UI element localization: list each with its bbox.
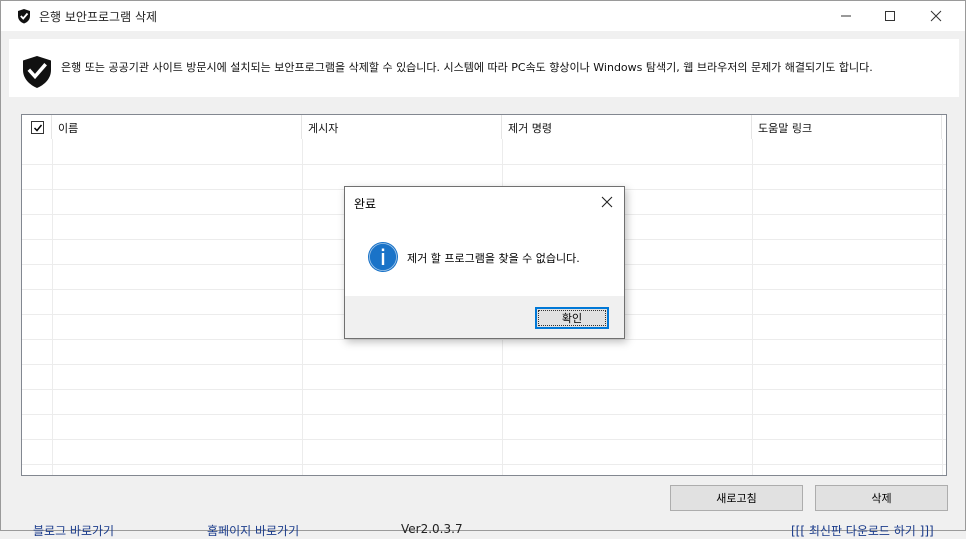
header-checkbox-cell bbox=[22, 115, 52, 139]
checkmark-icon bbox=[33, 124, 42, 132]
main-window: 은행 보안프로그램 삭제 은행 또는 공공기관 사이트 방문시에 설치되는 보안… bbox=[0, 0, 966, 538]
banner-text: 은행 또는 공공기관 사이트 방문시에 설치되는 보안프로그램을 삭제할 수 있… bbox=[61, 61, 873, 74]
info-banner: 은행 또는 공공기관 사이트 방문시에 설치되는 보안프로그램을 삭제할 수 있… bbox=[9, 39, 959, 97]
grid-line bbox=[22, 389, 946, 390]
grid-line bbox=[22, 364, 946, 365]
column-header-uninstall-command[interactable]: 제거 명령 bbox=[502, 115, 752, 139]
shield-check-icon bbox=[18, 9, 30, 24]
shield-check-icon bbox=[23, 56, 51, 88]
version-label: Ver2.0.3.7 bbox=[401, 522, 463, 536]
dialog-title: 완료 bbox=[354, 197, 377, 211]
delete-button[interactable]: 삭제 bbox=[815, 485, 948, 511]
dialog-message: 제거 할 프로그램을 찾을 수 없습니다. bbox=[407, 252, 580, 265]
window-title: 은행 보안프로그램 삭제 bbox=[39, 10, 158, 24]
maximize-button[interactable] bbox=[867, 1, 913, 31]
select-all-checkbox[interactable] bbox=[31, 121, 44, 134]
info-icon bbox=[368, 242, 398, 272]
minimize-icon bbox=[841, 15, 851, 17]
grid-line bbox=[22, 414, 946, 415]
completion-dialog: 완료 제거 할 프로그램을 찾을 수 없습니다. 확인 bbox=[344, 186, 625, 339]
column-header-name[interactable]: 이름 bbox=[52, 115, 302, 139]
dialog-button-bar: 확인 bbox=[345, 296, 624, 338]
close-icon[interactable] bbox=[600, 195, 614, 209]
refresh-button[interactable]: 새로고침 bbox=[670, 485, 803, 511]
column-header-publisher[interactable]: 게시자 bbox=[302, 115, 502, 139]
close-icon bbox=[930, 10, 942, 22]
close-button[interactable] bbox=[913, 1, 959, 31]
grid-line bbox=[22, 339, 946, 340]
grid-line bbox=[22, 464, 946, 465]
list-header: 이름 게시자 제거 명령 도움말 링크 bbox=[22, 115, 946, 139]
maximize-icon bbox=[885, 11, 895, 21]
column-header-help-link[interactable]: 도움말 링크 bbox=[752, 115, 942, 139]
minimize-button[interactable] bbox=[823, 1, 869, 31]
title-bar[interactable]: 은행 보안프로그램 삭제 bbox=[1, 1, 965, 31]
grid-line bbox=[22, 164, 946, 165]
grid-line bbox=[22, 439, 946, 440]
ok-button[interactable]: 확인 bbox=[535, 307, 609, 329]
